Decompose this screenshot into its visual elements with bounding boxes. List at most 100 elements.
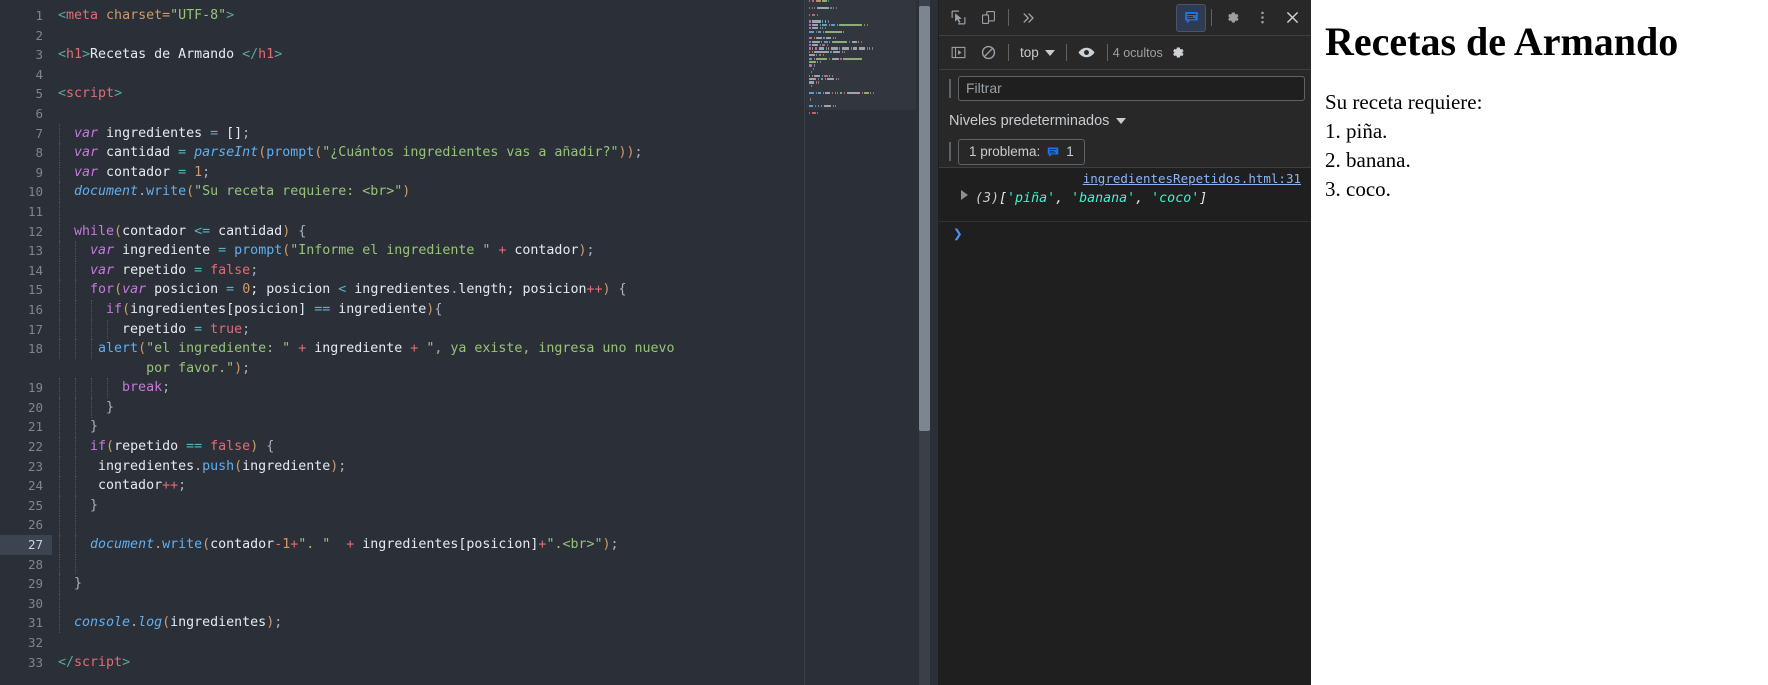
line-number: 26 xyxy=(27,517,43,533)
code-line[interactable]: var ingredientes = []; xyxy=(52,124,938,144)
inspect-cursor-icon[interactable] xyxy=(943,4,973,32)
code-token: repetido xyxy=(114,262,195,278)
filter-input[interactable] xyxy=(958,75,1305,101)
code-line[interactable]: <script> xyxy=(52,84,938,104)
kebab-menu-icon[interactable] xyxy=(1247,4,1277,32)
console-sidebar-icon[interactable] xyxy=(943,39,973,67)
code-token: script xyxy=(74,654,123,670)
code-line[interactable]: document.write(contador-1+". " + ingredi… xyxy=(52,535,938,555)
console-log-entry[interactable]: ingredientesRepetidos.html:31 (3)['piña'… xyxy=(939,168,1311,222)
code-line[interactable]: var ingrediente = prompt("Informe el ing… xyxy=(52,241,938,261)
code-token: . xyxy=(138,184,147,200)
code-line[interactable]: if(ingredientes[posicion] == ingrediente… xyxy=(52,300,938,320)
log-source-link[interactable]: ingredientesRepetidos.html:31 xyxy=(1083,171,1301,186)
console-message-icon[interactable] xyxy=(1176,3,1206,32)
code-line[interactable]: break; xyxy=(52,378,938,398)
page-ingredient-item: 3. coco. xyxy=(1325,176,1391,201)
code-line[interactable]: } xyxy=(52,417,938,437)
live-expression-eye-icon[interactable] xyxy=(1072,39,1102,67)
console-settings-gear-icon[interactable] xyxy=(1163,39,1193,67)
code-line[interactable]: document.write("Su receta requiere: <br>… xyxy=(52,182,938,202)
chevron-double-right-icon[interactable] xyxy=(1014,4,1044,32)
code-token: < xyxy=(58,8,67,23)
code-token: )) xyxy=(618,145,635,161)
code-line[interactable]: } xyxy=(52,574,938,594)
line-number: 12 xyxy=(27,223,43,239)
code-content[interactable]: <meta charset="UTF-8"> <h1>Recetas de Ar… xyxy=(52,0,938,685)
code-token: alert xyxy=(98,341,139,357)
code-token: ingredientes xyxy=(170,615,267,631)
code-line[interactable]: for(var posicion = 0; posicion < ingredi… xyxy=(52,280,938,300)
code-line[interactable] xyxy=(52,515,938,535)
code-line[interactable] xyxy=(52,104,938,124)
code-line[interactable]: console.log(ingredientes); xyxy=(52,613,938,633)
code-line[interactable]: alert("el ingrediente: " + ingrediente +… xyxy=(52,339,938,359)
code-line[interactable]: contador++; xyxy=(52,476,938,496)
code-line[interactable] xyxy=(52,65,938,85)
problems-badge[interactable]: 1 problema: 1 xyxy=(958,138,1085,165)
code-token: + xyxy=(402,341,427,357)
close-icon[interactable] xyxy=(1277,4,1307,32)
code-line[interactable]: } xyxy=(52,398,938,418)
log-levels-selector[interactable]: Niveles predeterminados xyxy=(939,106,1311,136)
code-token: ; xyxy=(162,380,171,396)
code-token: ) xyxy=(234,360,243,376)
code-line[interactable]: var cantidad = parseInt(prompt("¿Cuántos… xyxy=(52,143,938,163)
code-token: ; xyxy=(242,360,251,376)
code-line[interactable]: if(repetido == false) { xyxy=(52,437,938,457)
code-line[interactable]: <h1>Recetas de Armando </h1> xyxy=(52,45,938,65)
execution-context-selector[interactable]: top xyxy=(1014,45,1061,60)
code-token: { xyxy=(290,223,307,239)
gear-icon[interactable] xyxy=(1217,4,1247,32)
editor-scrollbar[interactable] xyxy=(919,0,930,685)
code-token: > xyxy=(122,654,131,670)
device-toolbar-icon[interactable] xyxy=(973,4,1003,32)
code-token: prompt xyxy=(234,243,283,259)
code-line[interactable] xyxy=(52,594,938,614)
code-line[interactable] xyxy=(52,202,938,222)
code-line[interactable]: repetido = true; xyxy=(52,320,938,340)
code-token: = xyxy=(178,164,187,180)
code-line[interactable] xyxy=(52,633,938,653)
clear-console-icon[interactable] xyxy=(973,39,1003,67)
code-line[interactable] xyxy=(52,555,938,575)
code-line[interactable]: </script> xyxy=(52,653,938,673)
console-prompt-row[interactable]: ❯ xyxy=(939,222,1311,252)
problems-count: 1 xyxy=(1066,144,1074,159)
code-token: ( xyxy=(162,615,171,631)
code-token: </ xyxy=(58,654,75,670)
code-token: . xyxy=(194,458,203,474)
rendered-page: Recetas de Armando Su receta requiere: 1… xyxy=(1311,0,1768,685)
triangle-right-icon[interactable] xyxy=(961,190,968,200)
code-token: { xyxy=(258,439,275,455)
code-line[interactable]: } xyxy=(52,496,938,516)
console-message-icon xyxy=(1048,146,1059,157)
hidden-messages-label[interactable]: 4 ocultos xyxy=(1113,46,1163,60)
code-line[interactable]: while(contador <= cantidad) { xyxy=(52,222,938,242)
line-number: 4 xyxy=(35,66,43,82)
code-line[interactable]: var contador = 1; xyxy=(52,163,938,183)
code-token: ingredientes xyxy=(346,282,451,298)
devtools-main-toolbar xyxy=(939,0,1311,36)
code-token: meta xyxy=(66,8,99,23)
page-title: Recetas de Armando xyxy=(1325,19,1679,64)
code-token: ingredientes xyxy=(98,125,211,141)
code-line[interactable]: por favor."); xyxy=(52,359,938,379)
console-output[interactable]: ingredientesRepetidos.html:31 (3)['piña'… xyxy=(939,168,1311,685)
chevron-down-icon xyxy=(1044,49,1055,56)
toolbar-divider-2 xyxy=(1211,9,1212,26)
code-editor[interactable]: 1 2 3 4 5 6 7 8 9 10 11 12 13 14 15 16 17 18 19 20 21 22 23 24 2… xyxy=(0,0,938,685)
code-token: + xyxy=(490,243,515,259)
code-line[interactable]: var repetido = false; xyxy=(52,261,938,281)
toolbar-divider xyxy=(1008,9,1009,26)
code-token: cantidad xyxy=(210,223,283,239)
editor-scrollbar-thumb[interactable] xyxy=(919,6,930,431)
code-line[interactable] xyxy=(52,26,938,46)
code-line[interactable]: <meta charset="UTF-8"> xyxy=(52,6,938,26)
line-number: 18 xyxy=(27,341,43,357)
code-line[interactable]: ingredientes.push(ingrediente); xyxy=(52,457,938,477)
